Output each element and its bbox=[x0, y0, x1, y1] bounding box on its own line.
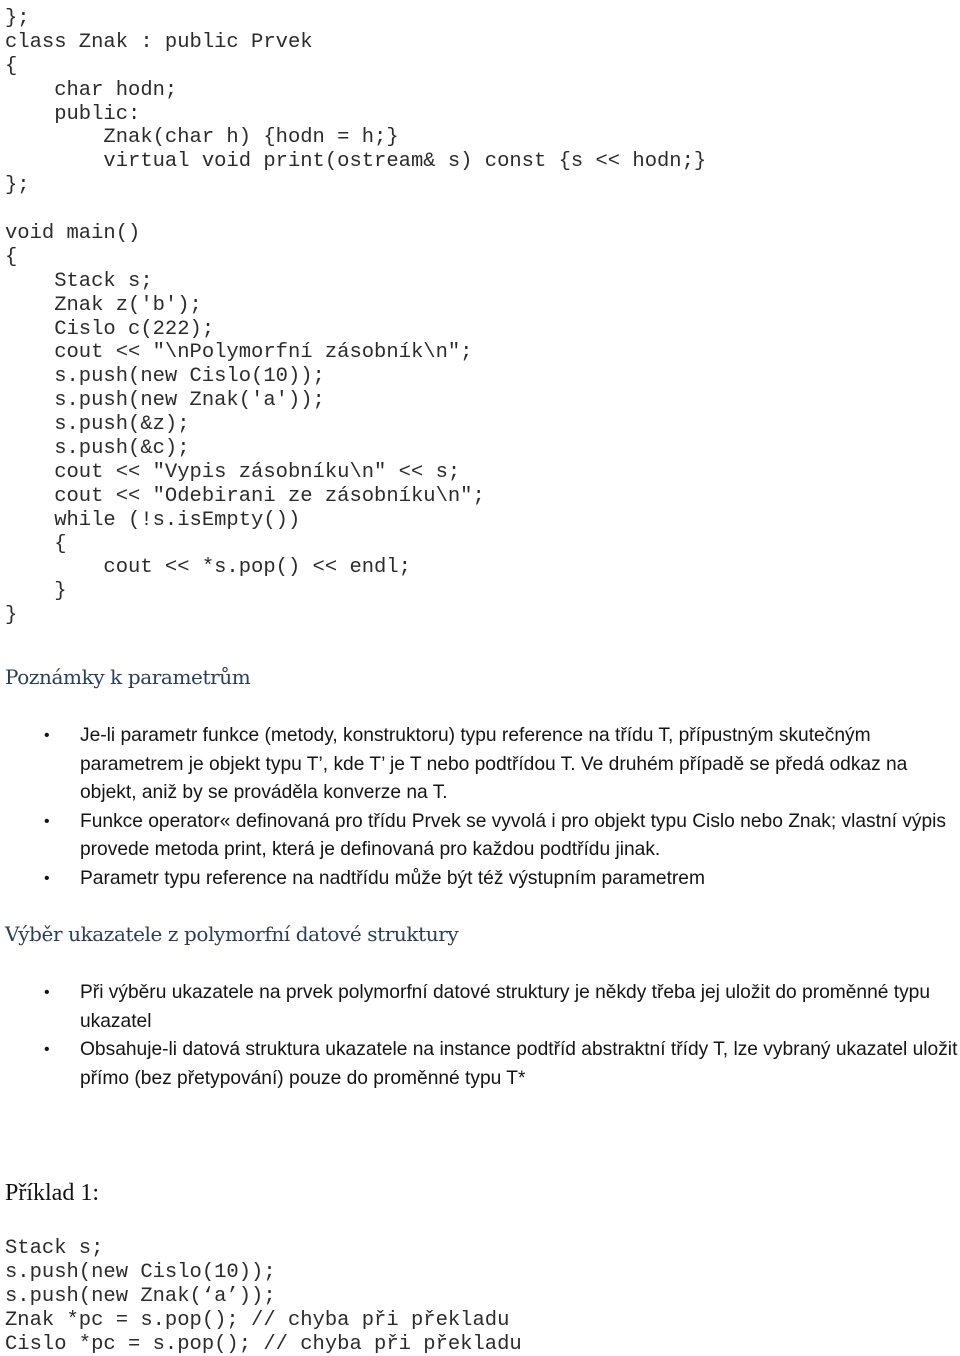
list-item: • Obsahuje-li datová struktura ukazatele … bbox=[0, 1036, 960, 1093]
bullet-icon: • bbox=[44, 812, 50, 830]
parameter-notes-list: • Je-li parametr funkce (metody, konstruk… bbox=[0, 722, 960, 893]
list-item: • Je-li parametr funkce (metody, konstruk… bbox=[0, 722, 960, 808]
code-line: cout << "Odebirani ze zásobníku\n"; bbox=[5, 484, 485, 508]
example-1-title: Příklad 1: bbox=[5, 1180, 99, 1206]
list-item-text: Funkce operator« definovaná pro třídu Pr… bbox=[80, 810, 947, 861]
code-line: virtual void print(ostream& s) const {s … bbox=[5, 150, 707, 174]
code-line: s.push(new Cislo(10)); bbox=[5, 1260, 276, 1284]
list-item-text: Při výběru ukazatele na prvek polymorfní… bbox=[80, 982, 931, 1032]
code-line: }; bbox=[5, 7, 30, 30]
list-item: • Při výběru ukazatele na prvek polymorfn… bbox=[0, 979, 960, 1036]
code-line: class Znak : public Prvek bbox=[5, 30, 313, 54]
code-line: s.push(new Znak('a')); bbox=[5, 389, 325, 413]
list-item: • Parametr typu reference na nadtřídu můž… bbox=[0, 865, 960, 894]
list-item: • Funkce operator« definovaná pro třídu P… bbox=[0, 808, 960, 865]
list-item-text: Je-li parametr funkce (metody, konstrukt… bbox=[80, 725, 908, 803]
code-line: { bbox=[5, 54, 18, 78]
bullet-icon: • bbox=[44, 984, 50, 1001]
code-line: Cislo c(222); bbox=[5, 317, 215, 341]
code-line: } bbox=[5, 580, 67, 604]
code-line: cout << *s.pop() << endl; bbox=[5, 556, 411, 580]
code-line: Cislo *pc = s.pop(); // chyba při překla… bbox=[5, 1332, 522, 1356]
code-line: void main() bbox=[5, 222, 141, 246]
code-line: Stack s; bbox=[5, 1237, 104, 1260]
code-line: public: bbox=[5, 102, 141, 126]
bullet-icon: • bbox=[44, 727, 50, 744]
list-item-text: Parametr typu reference na nadtřídu může… bbox=[80, 867, 705, 889]
code-line: Znak(char h) {hodn = h;} bbox=[5, 126, 399, 150]
code-line: } bbox=[5, 604, 18, 628]
bullet-icon: • bbox=[44, 869, 50, 887]
code-line: s.push(new Cislo(10)); bbox=[5, 365, 325, 389]
code-block-example-1: Stack s; s.push(new Cislo(10)); s.push(new… bbox=[5, 1237, 522, 1356]
code-line: while (!s.isEmpty()) bbox=[5, 508, 301, 532]
code-line: Stack s; bbox=[5, 269, 153, 293]
code-line: s.push(&z); bbox=[5, 413, 190, 437]
code-block-class-znak-and-main: }; class Znak : public Prvek{ char hodn; … bbox=[5, 7, 706, 628]
bullet-icon: • bbox=[44, 1041, 50, 1058]
heading-pointer-selection: Výběr ukazatele z polymorfní datové stru… bbox=[5, 922, 459, 946]
code-line: { bbox=[5, 245, 18, 269]
code-line: s.push(&c); bbox=[5, 437, 190, 461]
list-item-text: Obsahuje-li datová struktura ukazatele n… bbox=[80, 1039, 958, 1089]
code-line: { bbox=[5, 532, 67, 556]
code-line: }; bbox=[5, 174, 30, 198]
code-line: s.push(new Znak(‘a’)); bbox=[5, 1284, 276, 1308]
code-line: Znak *pc = s.pop(); // chyba při překlad… bbox=[5, 1308, 510, 1332]
code-line: cout << "Vypis zásobníku\n" << s; bbox=[5, 460, 461, 484]
pointer-selection-list: • Při výběru ukazatele na prvek polymorfn… bbox=[0, 979, 960, 1093]
code-line: cout << "\nPolymorfní zásobník\n"; bbox=[5, 341, 473, 365]
code-line: char hodn; bbox=[5, 78, 178, 102]
code-line: Znak z('b'); bbox=[5, 293, 202, 317]
heading-parameter-notes: Poznámky k parametrům bbox=[5, 665, 251, 689]
